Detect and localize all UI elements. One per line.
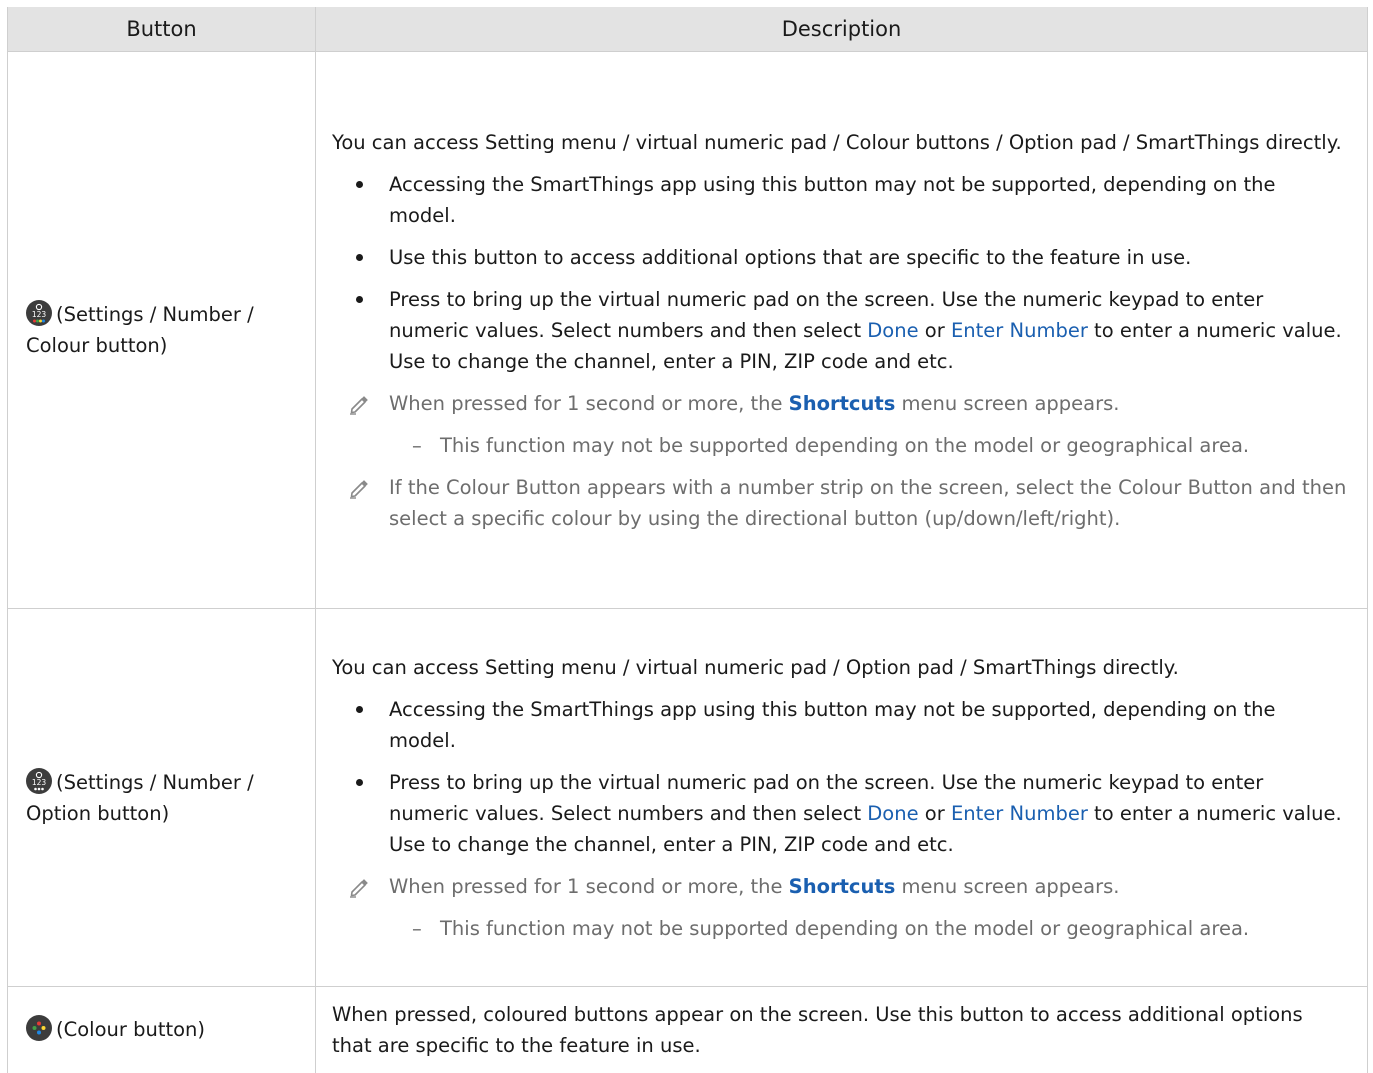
bullet-item: Accessing the SmartThings app using this…: [332, 694, 1347, 756]
note-text: When pressed for 1 second or more, the: [389, 874, 789, 898]
button-label: (Colour button): [56, 1018, 206, 1042]
done-link[interactable]: Done: [867, 319, 918, 342]
svg-text:123: 123: [32, 778, 47, 787]
dash-icon: –: [412, 433, 422, 457]
table-header-row: Button Description: [7, 7, 1368, 52]
button-label: (Settings / Number / Colour button): [26, 303, 254, 357]
note-text: When pressed for 1 second or more, the: [389, 391, 789, 415]
settings-number-option-icon: 123: [26, 767, 52, 794]
note-text: If the Colour Button appears with a numb…: [389, 475, 1347, 530]
button-label: (Settings / Number / Option button): [26, 770, 254, 825]
description-intro: When pressed, coloured buttons appear on…: [332, 1002, 1303, 1057]
note: When pressed for 1 second or more, the S…: [332, 871, 1347, 902]
enter-number-link[interactable]: Enter Number: [951, 319, 1088, 342]
pencil-note-icon: [350, 395, 368, 415]
colour-button-icon: [26, 1015, 52, 1042]
note-text: menu screen appears.: [895, 391, 1120, 415]
shortcuts-link[interactable]: Shortcuts: [789, 392, 896, 415]
subnote: – This function may not be supported depe…: [332, 913, 1347, 944]
bullet-item: Accessing the SmartThings app using this…: [332, 169, 1347, 231]
description-cell: You can access Setting menu / virtual nu…: [315, 608, 1368, 987]
pencil-note-icon: [350, 479, 368, 499]
description-intro: You can access Setting menu / virtual nu…: [332, 655, 1179, 679]
subnote-text: This function may not be supported depen…: [440, 433, 1250, 457]
note: When pressed for 1 second or more, the S…: [332, 388, 1347, 419]
description-cell: You can access Setting menu / virtual nu…: [315, 51, 1368, 609]
shortcuts-link[interactable]: Shortcuts: [789, 875, 896, 898]
bullet-item: Use this button to access additional opt…: [332, 242, 1347, 273]
button-cell: 123 (Settings / Number / Colour button): [7, 51, 316, 609]
button-cell: 123 (Settings / Number / Option button): [7, 608, 316, 987]
table-row: 123 (Settings / Number / Colour button) …: [7, 51, 1368, 609]
button-cell: (Colour button): [7, 986, 316, 1073]
settings-number-colour-icon: 123: [26, 300, 52, 326]
bullet-item-numeric-pad: Press to bring up the virtual numeric pa…: [332, 767, 1347, 860]
dash-icon: –: [412, 916, 422, 940]
enter-number-link[interactable]: Enter Number: [951, 802, 1088, 825]
note: If the Colour Button appears with a numb…: [332, 472, 1347, 534]
pencil-note-icon: [350, 878, 368, 898]
description-intro: You can access Setting menu / virtual nu…: [332, 130, 1342, 154]
table-row: 123 (Settings / Number / Option button) …: [7, 608, 1368, 987]
bullet-item-numeric-pad: Press to bring up the virtual numeric pa…: [332, 284, 1347, 377]
subnote-text: This function may not be supported depen…: [440, 916, 1250, 940]
button-description-table: Button Description 123 (Settings / Numbe…: [7, 7, 1368, 1073]
bullet-text: or: [918, 318, 951, 342]
description-cell: When pressed, coloured buttons appear on…: [315, 986, 1368, 1073]
subnote: – This function may not be supported depe…: [332, 430, 1347, 461]
svg-text:123: 123: [32, 310, 47, 319]
header-button: Button: [7, 7, 316, 52]
bullet-text: or: [918, 801, 951, 825]
table-row: (Colour button) When pressed, coloured b…: [7, 986, 1368, 1073]
done-link[interactable]: Done: [867, 802, 918, 825]
note-text: menu screen appears.: [895, 874, 1120, 898]
header-description: Description: [315, 7, 1368, 52]
